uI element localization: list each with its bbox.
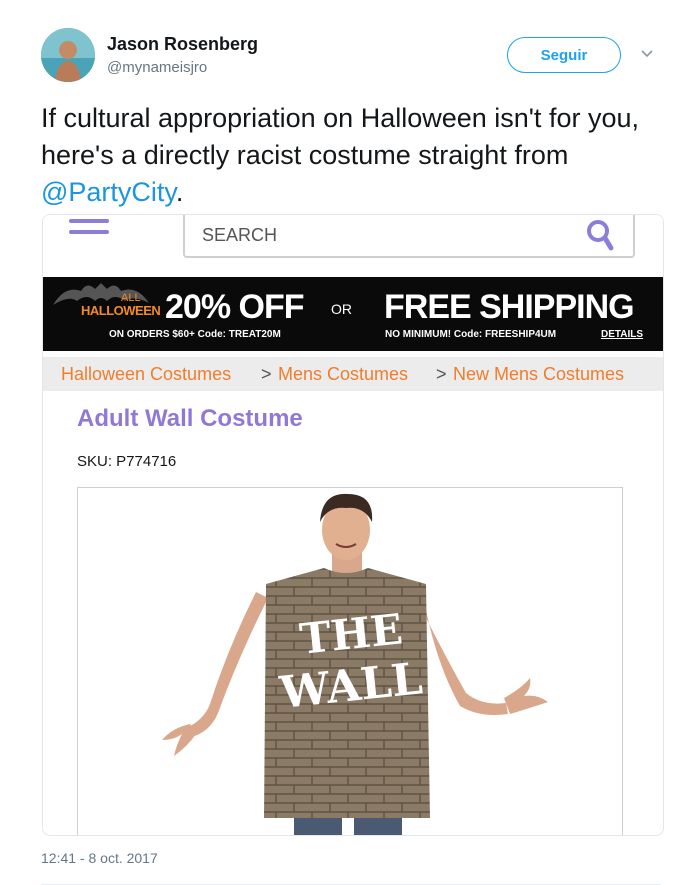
avatar[interactable]	[41, 28, 95, 82]
tweet-text-body: If cultural appropriation on Halloween i…	[41, 103, 639, 170]
promo-discount-terms: ON ORDERS $60+ Code: TREAT20M	[109, 329, 281, 340]
hamburger-menu-icon	[69, 219, 109, 241]
promo-shipping-terms: NO MINIMUM! Code: FREESHIP4UM	[385, 329, 557, 340]
site-header: SEARCH	[43, 215, 663, 275]
chevron-down-icon[interactable]	[640, 47, 654, 61]
breadcrumb-item: Mens Costumes	[278, 364, 409, 384]
search-icon	[585, 218, 615, 254]
search-box: SEARCH	[183, 215, 635, 258]
wall-costume-illustration: THE WALL	[162, 493, 548, 835]
product-sku: SKU: P774716	[77, 453, 177, 470]
follow-button[interactable]: Seguir	[507, 37, 621, 73]
author-handle[interactable]: @mynameisjro	[107, 59, 207, 76]
tweet-text: If cultural appropriation on Halloween i…	[41, 100, 661, 211]
breadcrumb: Halloween Costumes > Mens Costumes > New…	[43, 357, 663, 391]
product-title: Adult Wall Costume	[77, 405, 303, 432]
mention-link[interactable]: @PartyCity	[41, 177, 176, 207]
promo-halloween: HALLOWEEN	[81, 303, 161, 318]
promo-banner: ALL HALLOWEEN 20% OFF OR FREE SHIPPING O…	[43, 277, 663, 351]
breadcrumb-item: Halloween Costumes	[61, 364, 232, 384]
promo-or: OR	[331, 301, 352, 317]
breadcrumb-separator: >	[261, 364, 272, 384]
promo-discount: 20% OFF	[165, 288, 304, 326]
embedded-screenshot[interactable]: SEARCH ALL HALLOWEEN 20% OFF OR FREE SHI…	[42, 214, 664, 836]
tweet-text-end: .	[175, 177, 184, 207]
product-image: THE WALL	[77, 487, 623, 835]
search-placeholder: SEARCH	[202, 225, 278, 245]
breadcrumb-separator: >	[436, 364, 447, 384]
author-name[interactable]: Jason Rosenberg	[107, 34, 258, 55]
promo-free-shipping: FREE SHIPPING	[384, 288, 635, 326]
tweet-timestamp[interactable]: 12:41 - 8 oct. 2017	[41, 850, 158, 866]
promo-details-link: DETAILS	[601, 329, 644, 340]
breadcrumb-item: New Mens Costumes	[453, 364, 625, 384]
